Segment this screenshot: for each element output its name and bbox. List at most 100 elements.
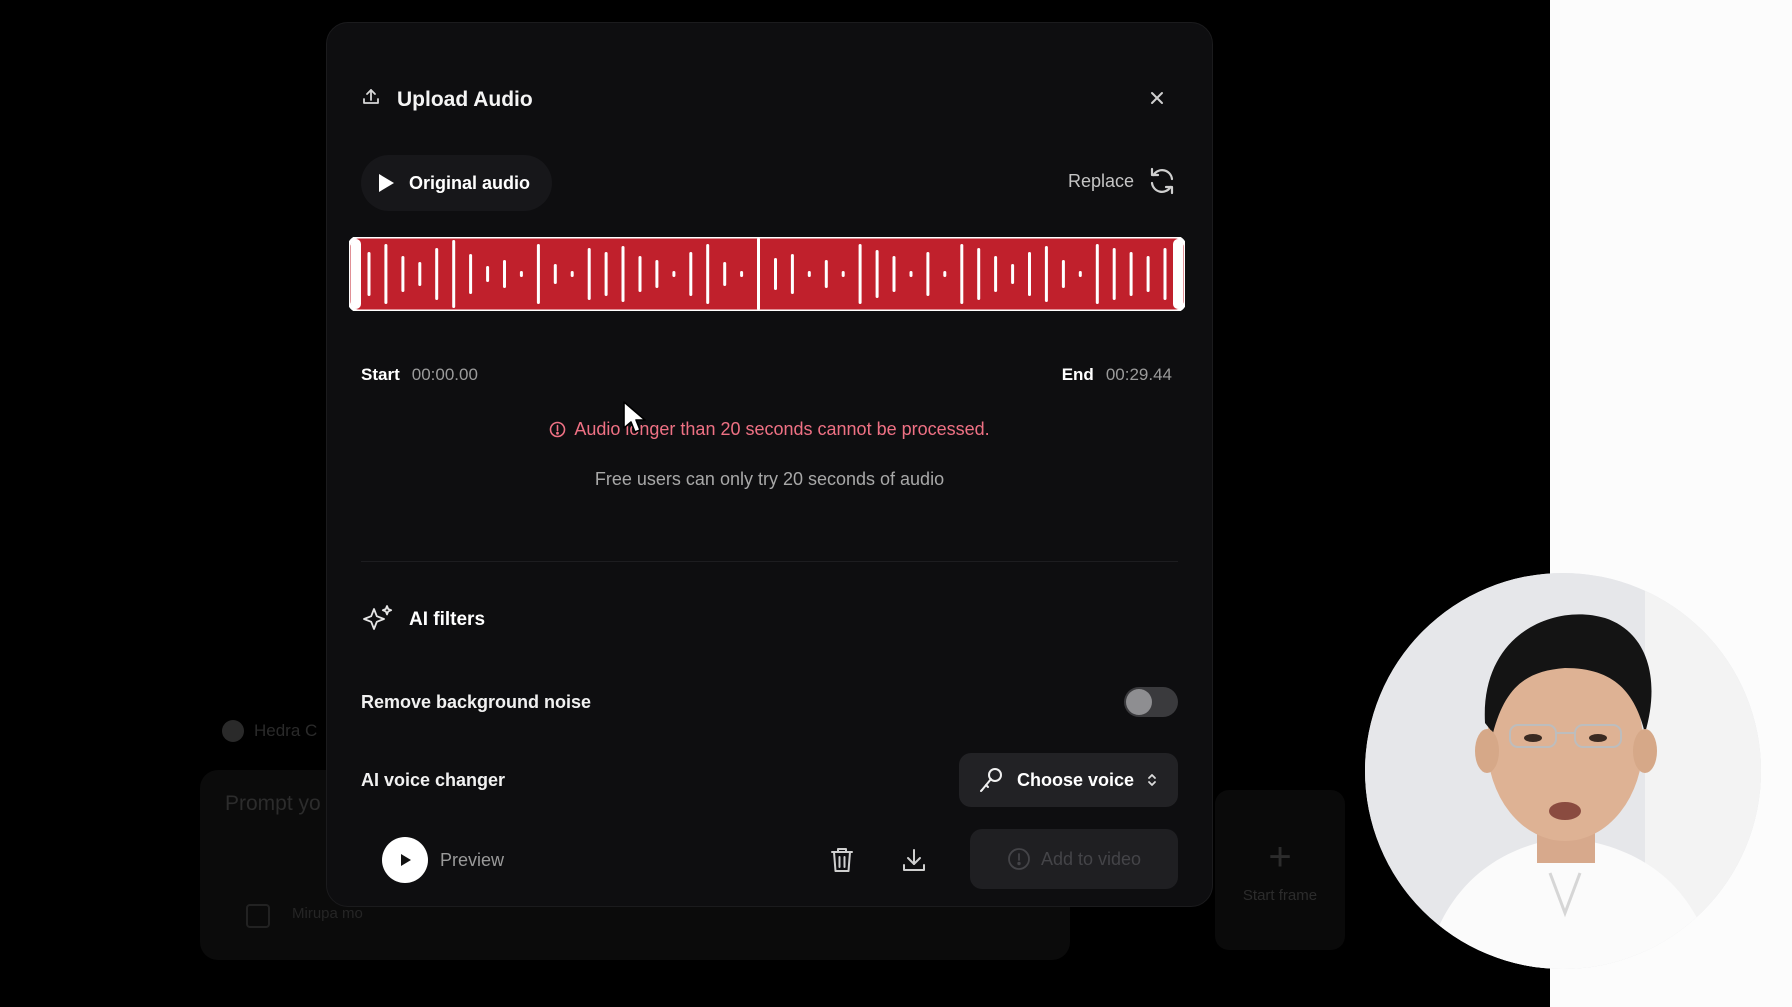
replace-label: Replace — [1067, 170, 1134, 191]
action-bar: Preview Add to video — [382, 829, 1178, 891]
microphone-icon — [979, 768, 1002, 792]
waveform-bar — [452, 240, 456, 308]
waveform-bar — [926, 252, 930, 296]
add-to-video-button[interactable]: Add to video — [970, 829, 1178, 889]
audio-waveform-trimmer[interactable] — [349, 237, 1185, 311]
waveform-region — [349, 237, 1185, 311]
play-icon — [401, 854, 411, 866]
divider — [361, 561, 1178, 562]
voice-changer-label: AI voice changer — [361, 769, 506, 790]
waveform-bar — [723, 262, 727, 286]
waveform-bar — [638, 256, 642, 292]
waveform-bar — [790, 254, 794, 294]
waveform-bar — [1044, 246, 1048, 302]
waveform-bar — [892, 256, 896, 292]
waveform-bar — [824, 260, 828, 288]
bg-checkbox-label: Mirupa mo — [292, 905, 363, 922]
gear-icon — [222, 720, 244, 742]
waveform-bar — [1146, 256, 1150, 292]
presenter-video — [1365, 573, 1761, 969]
waveform-bar — [1061, 260, 1065, 288]
webcam-overlay — [1365, 573, 1761, 969]
waveform-bar — [1078, 271, 1082, 277]
refresh-icon — [1150, 167, 1174, 195]
waveform-bar — [1028, 252, 1031, 296]
trash-icon — [831, 848, 853, 872]
waveform-bar — [486, 266, 490, 282]
waveform-bar — [587, 248, 591, 300]
waveform-bar — [875, 250, 879, 298]
upload-icon — [361, 87, 381, 112]
waveform-bar — [774, 258, 777, 290]
preview-play-button[interactable] — [382, 837, 428, 883]
waveform-bar — [553, 264, 557, 284]
waveform-bar — [740, 271, 744, 277]
waveform-bar — [604, 252, 608, 296]
waveform-bar — [689, 252, 693, 296]
close-button[interactable] — [1142, 83, 1172, 113]
bg-start-frame-label: Start frame — [1242, 886, 1318, 904]
waveform-bar — [1129, 252, 1133, 296]
plus-icon: + — [1268, 834, 1292, 879]
waveform-bar — [435, 248, 439, 300]
choose-voice-button[interactable]: Choose voice — [958, 753, 1178, 807]
end-label: End — [1061, 365, 1094, 384]
waveform-bar — [570, 271, 574, 277]
start-label: Start — [361, 365, 400, 384]
waveform-bar — [519, 271, 523, 277]
waveform-bar — [384, 244, 388, 304]
waveform-bar — [1095, 244, 1099, 304]
waveform-bar — [807, 271, 811, 277]
remove-noise-label: Remove background noise — [361, 691, 592, 712]
waveform-bar — [1011, 264, 1015, 284]
toggle-knob — [1126, 689, 1152, 715]
waveform-bar — [757, 238, 760, 310]
download-button[interactable] — [897, 843, 931, 877]
chevron-updown-icon — [1148, 774, 1156, 786]
waveform-bar — [672, 271, 676, 277]
start-time-value: 00:00.00 — [411, 365, 478, 384]
start-time-group: Start 00:00.00 — [361, 365, 478, 385]
bg-checkbox — [246, 904, 270, 928]
ai-filters-header: AI filters — [361, 603, 485, 637]
end-time-group: End 00:29.44 — [1062, 365, 1172, 385]
play-icon — [379, 174, 394, 192]
voice-changer-row: AI voice changer Choose voice — [361, 753, 1178, 807]
waveform-bar — [858, 244, 862, 304]
original-audio-button[interactable]: Original audio — [361, 155, 553, 211]
download-icon — [903, 849, 925, 871]
bg-prompt-placeholder: Prompt yo — [225, 792, 321, 815]
waveform-bar — [655, 260, 659, 288]
remove-noise-toggle[interactable] — [1124, 687, 1178, 717]
add-to-video-label: Add to video — [1040, 848, 1142, 869]
waveform-bar — [1163, 248, 1167, 300]
upload-audio-modal: Upload Audio Original audio Replace Star… — [326, 22, 1213, 907]
waveform-bar — [977, 248, 981, 300]
modal-header: Upload Audio — [361, 87, 533, 112]
end-time-value: 00:29.44 — [1105, 365, 1172, 384]
waveform-bar — [503, 260, 506, 288]
info-text: Free users can only try 20 seconds of au… — [594, 469, 945, 489]
waveform-bar — [418, 262, 422, 286]
choose-voice-label: Choose voice — [1016, 769, 1134, 790]
delete-button[interactable] — [825, 843, 859, 877]
close-icon — [1151, 92, 1163, 104]
trim-handle-start[interactable] — [351, 239, 361, 309]
waveform-bar — [706, 244, 710, 304]
alert-circle-icon — [550, 421, 566, 438]
replace-button[interactable]: Replace — [1068, 165, 1178, 197]
sparkles-icon — [363, 605, 393, 630]
alert-circle-icon — [1008, 848, 1030, 870]
waveform-bar — [841, 271, 845, 277]
original-audio-label: Original audio — [409, 172, 531, 193]
modal-title: Upload Audio — [397, 87, 533, 111]
waveform-bar — [621, 246, 625, 302]
error-message: Audio longer than 20 seconds cannot be p… — [327, 419, 1212, 440]
mouse-cursor — [623, 401, 646, 433]
trim-handle-end[interactable] — [1173, 239, 1183, 309]
waveform-bar — [960, 244, 964, 304]
ai-filters-label: AI filters — [409, 609, 486, 630]
waveform-bar — [536, 244, 540, 304]
bg-agent-name: Hedra C — [254, 721, 318, 740]
waveform-bar — [909, 271, 913, 277]
